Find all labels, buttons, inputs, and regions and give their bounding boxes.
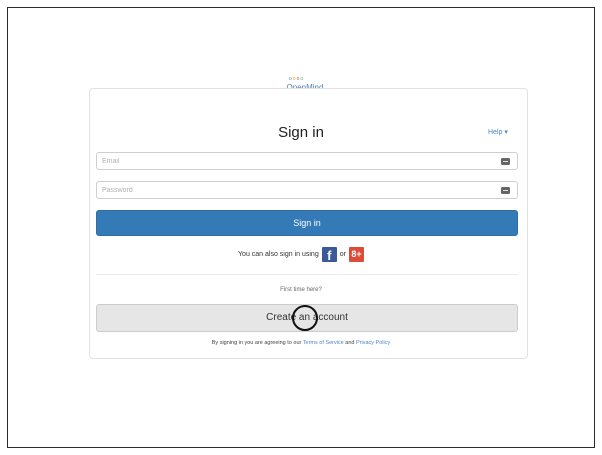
help-label: Help [488, 129, 503, 136]
privacy-policy-link[interactable]: Privacy Policy [356, 340, 390, 346]
legal-prefix: By signing in you are agreeing to our [211, 340, 302, 346]
google-plus-icon[interactable]: 8+ [348, 246, 364, 262]
keyboard-icon[interactable] [501, 158, 510, 165]
social-signin-row: You can also sign in using f or 8+ [0, 245, 602, 263]
page-title: Sign in [278, 124, 324, 141]
help-dropdown[interactable]: Help ▾ [488, 128, 508, 136]
divider [96, 274, 518, 275]
chevron-down-icon: ▾ [504, 129, 508, 136]
password-field[interactable] [96, 181, 518, 199]
social-or-text: or [339, 250, 346, 258]
legal-and: and [345, 340, 355, 346]
legal-notice: By signing in you are agreeing to our Te… [0, 340, 602, 346]
signin-button[interactable]: Sign in [96, 210, 518, 236]
terms-of-service-link[interactable]: Terms of Service [303, 340, 344, 346]
email-field[interactable] [96, 152, 518, 170]
logo-dot-green: o [300, 76, 305, 82]
logo-dots: oooo [289, 76, 304, 82]
click-cursor-icon [292, 305, 318, 331]
keyboard-icon[interactable] [501, 187, 510, 194]
social-signin-text: You can also sign in using [238, 250, 319, 258]
first-time-prompt: First time here? [280, 287, 322, 293]
facebook-icon[interactable]: f [321, 246, 337, 262]
